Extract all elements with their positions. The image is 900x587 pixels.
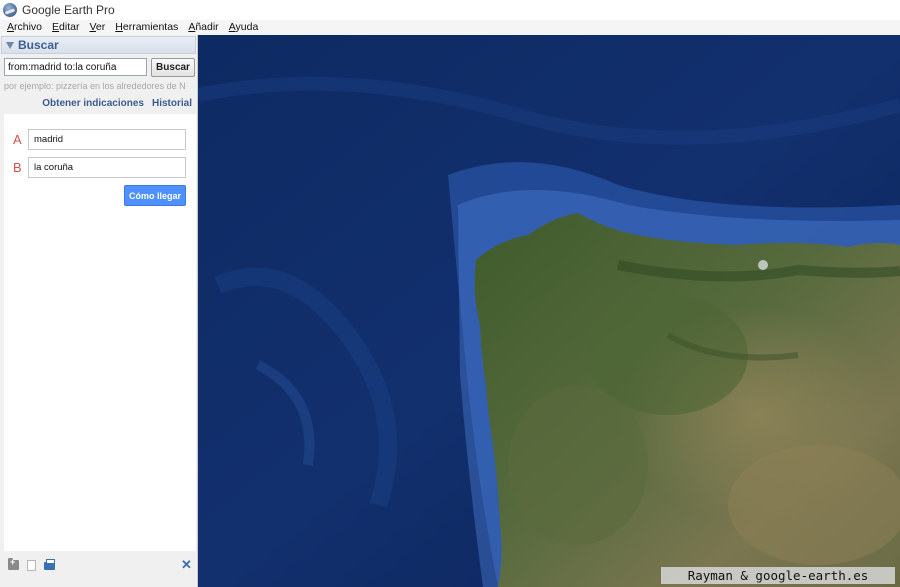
search-button[interactable]: Buscar	[151, 58, 195, 77]
menu-ver[interactable]: Ver	[84, 20, 110, 35]
sidebar-bottom-toolbar: ✕	[0, 553, 197, 577]
menu-ayuda[interactable]: Ayuda	[224, 20, 264, 35]
copy-page-icon[interactable]	[27, 560, 36, 571]
map-view[interactable]	[198, 35, 900, 587]
menu-bar: Archivo Editar Ver Herramientas Añadir A…	[0, 20, 900, 35]
get-directions-link[interactable]: Obtener indicaciones	[42, 98, 144, 109]
search-panel-title: Buscar	[18, 38, 59, 52]
directions-panel: A B Cómo llegar	[4, 114, 196, 551]
close-icon[interactable]: ✕	[181, 557, 192, 573]
get-route-button[interactable]: Cómo llegar	[124, 185, 186, 206]
search-hint: por ejemplo: pizzería en los alrededores…	[4, 81, 186, 91]
google-earth-icon	[3, 3, 17, 17]
map-watermark: Rayman & google-earth.es	[661, 567, 895, 584]
directions-to-row: B	[4, 157, 196, 179]
sidebar: Buscar Buscar por ejemplo: pizzería en l…	[0, 35, 198, 587]
to-field[interactable]	[28, 157, 186, 178]
search-links: Obtener indicaciones Historial	[0, 98, 196, 109]
menu-anadir[interactable]: Añadir	[183, 20, 223, 35]
marker-a-label: A	[13, 132, 22, 147]
search-input[interactable]	[4, 58, 147, 76]
from-field[interactable]	[28, 129, 186, 150]
menu-editar[interactable]: Editar	[47, 20, 84, 35]
satellite-imagery	[198, 35, 900, 587]
collapse-triangle-icon[interactable]	[6, 41, 14, 49]
menu-archivo[interactable]: Archivo	[2, 20, 47, 35]
history-link[interactable]: Historial	[152, 98, 192, 109]
add-folder-icon[interactable]	[8, 557, 19, 570]
title-bar: Google Earth Pro	[0, 0, 900, 20]
window-title: Google Earth Pro	[22, 3, 115, 17]
menu-herramientas[interactable]: Herramientas	[110, 20, 183, 35]
print-icon[interactable]	[44, 559, 55, 570]
marker-b-label: B	[13, 160, 22, 175]
directions-from-row: A	[4, 129, 196, 151]
search-panel-header[interactable]: Buscar	[1, 36, 196, 54]
